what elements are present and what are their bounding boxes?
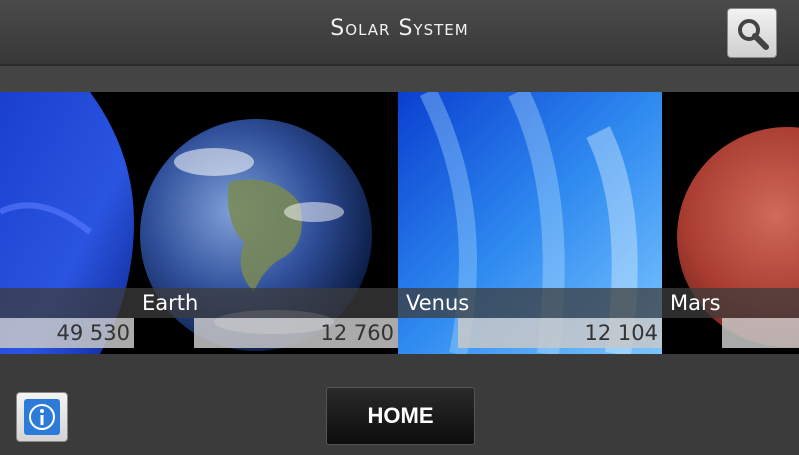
planet-name: Mars bbox=[662, 288, 799, 318]
info-icon bbox=[29, 404, 55, 430]
top-bar: Solar System bbox=[0, 0, 799, 66]
planet-card-mars[interactable]: Mars bbox=[662, 92, 799, 354]
info-icon-frame bbox=[24, 399, 60, 435]
search-icon bbox=[738, 19, 769, 50]
planet-card-earth[interactable]: Earth 12 760 bbox=[134, 92, 398, 354]
planet-name: Earth bbox=[134, 288, 398, 318]
info-button[interactable] bbox=[16, 392, 68, 442]
home-button[interactable]: HOME bbox=[326, 387, 475, 445]
planet-card-venus[interactable]: Venus 12 104 bbox=[398, 92, 662, 354]
planet-diameter: 49 530 bbox=[0, 318, 134, 348]
planet-diameter: 12 104 bbox=[458, 318, 662, 348]
planet-name bbox=[0, 288, 134, 318]
planet-name: Venus bbox=[398, 288, 662, 318]
planet-diameter bbox=[722, 318, 799, 348]
planet-card-neptune[interactable]: 49 530 bbox=[0, 92, 134, 354]
page-title: Solar System bbox=[330, 16, 469, 41]
bottom-bar: HOME bbox=[0, 370, 799, 455]
header-divider bbox=[0, 66, 799, 92]
planet-carousel[interactable]: 49 530 Earth 12 760 Venus 12 104 Mars bbox=[0, 92, 799, 354]
search-button[interactable] bbox=[727, 8, 777, 58]
planet-diameter: 12 760 bbox=[194, 318, 398, 348]
